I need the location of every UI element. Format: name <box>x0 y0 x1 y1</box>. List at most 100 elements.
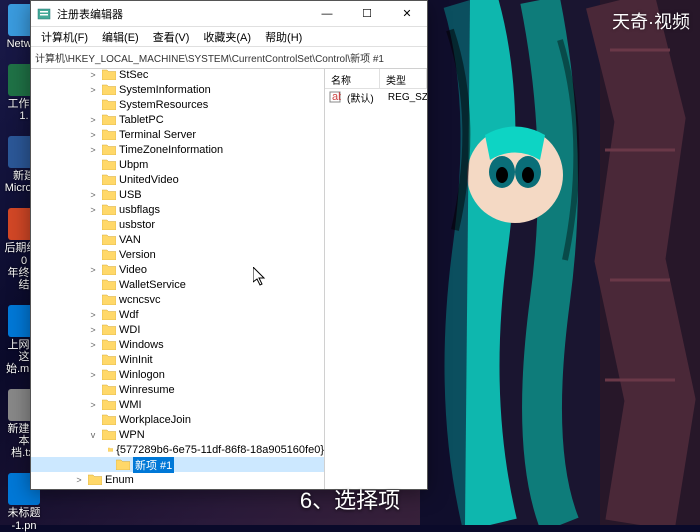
node-label: 新项 #1 <box>133 457 174 473</box>
tree-node[interactable]: VAN <box>31 232 324 247</box>
address-bar[interactable]: 计算机\HKEY_LOCAL_MACHINE\SYSTEM\CurrentCon… <box>31 47 427 69</box>
folder-icon <box>88 474 102 485</box>
folder-icon <box>102 339 116 350</box>
folder-icon <box>102 234 116 245</box>
title-bar[interactable]: 注册表编辑器 — ☐ ✕ <box>31 1 427 27</box>
node-label: TabletPC <box>119 114 164 126</box>
tree-node[interactable]: > TabletPC <box>31 112 324 127</box>
node-label: Windows <box>119 339 164 351</box>
expand-toggle[interactable]: > <box>87 130 99 140</box>
expand-toggle[interactable]: > <box>87 70 99 80</box>
folder-icon <box>102 174 116 185</box>
folder-icon <box>102 204 116 215</box>
tree-node[interactable]: UnitedVideo <box>31 172 324 187</box>
node-label: Version <box>119 249 156 261</box>
tree-node[interactable]: > StSec <box>31 69 324 82</box>
expand-toggle[interactable]: > <box>87 310 99 320</box>
expand-toggle[interactable]: > <box>87 205 99 215</box>
tree-node[interactable]: > Windows <box>31 337 324 352</box>
menu-item[interactable]: 查看(V) <box>147 27 196 47</box>
tree-node[interactable]: usbstor <box>31 217 324 232</box>
watermark-text: 天奇·视频 <box>612 8 690 34</box>
folder-icon <box>102 249 116 260</box>
close-button[interactable]: ✕ <box>387 1 427 27</box>
folder-icon <box>102 159 116 170</box>
folder-icon <box>116 459 130 470</box>
node-label: usbflags <box>119 204 160 216</box>
menu-item[interactable]: 收藏夹(A) <box>197 27 257 47</box>
folder-icon <box>102 264 116 275</box>
expand-toggle[interactable]: > <box>87 370 99 380</box>
node-label: Video <box>119 264 147 276</box>
minimize-button[interactable]: — <box>307 1 347 27</box>
menu-item[interactable]: 帮助(H) <box>259 27 308 47</box>
node-label: SystemResources <box>119 99 208 111</box>
list-row[interactable]: ab(默认)REG_SZ <box>325 89 427 105</box>
folder-icon <box>102 369 116 380</box>
expand-toggle[interactable]: > <box>87 400 99 410</box>
folder-icon <box>102 114 116 125</box>
tree-node[interactable]: WorkplaceJoin <box>31 412 324 427</box>
folder-icon <box>102 189 116 200</box>
tree-node[interactable]: WinInit <box>31 352 324 367</box>
tree-node[interactable]: > Terminal Server <box>31 127 324 142</box>
node-label: SystemInformation <box>119 84 211 96</box>
expand-toggle[interactable]: > <box>87 115 99 125</box>
expand-toggle[interactable]: > <box>87 85 99 95</box>
folder-icon <box>102 69 116 80</box>
tree-node[interactable]: Version <box>31 247 324 262</box>
tree-node[interactable]: >TimeZoneInformation <box>31 142 324 157</box>
menu-item[interactable]: 编辑(E) <box>96 27 145 47</box>
tree-node[interactable]: SystemResources <box>31 97 324 112</box>
folder-icon <box>102 384 116 395</box>
menu-item[interactable]: 计算机(F) <box>35 27 94 47</box>
node-label: Terminal Server <box>119 129 196 141</box>
node-label: WMI <box>119 399 142 411</box>
tree-node[interactable]: WalletService <box>31 277 324 292</box>
window-body: >SrpExtensionConfigStillImage>Storage>St… <box>31 69 427 489</box>
tree-node[interactable]: > SystemInformation <box>31 82 324 97</box>
expand-toggle[interactable]: > <box>87 325 99 335</box>
folder-icon <box>102 414 116 425</box>
tree-node[interactable]: >Enum <box>31 472 324 487</box>
node-label: WPN <box>119 429 145 441</box>
maximize-button[interactable]: ☐ <box>347 1 387 27</box>
tree-node[interactable]: 新项 #1 <box>31 457 324 472</box>
folder-icon <box>108 444 113 455</box>
tree-node[interactable]: > Wdf <box>31 307 324 322</box>
node-label: WDI <box>119 324 140 336</box>
tree-node[interactable]: > usbflags <box>31 202 324 217</box>
node-label: {577289b6-6e75-11df-86f8-18a905160fe0} <box>116 444 324 456</box>
app-icon <box>37 7 51 21</box>
expand-toggle[interactable]: v <box>87 430 99 440</box>
tree-node[interactable]: wcncsvc <box>31 292 324 307</box>
folder-icon <box>102 144 116 155</box>
tree-node[interactable]: {577289b6-6e75-11df-86f8-18a905160fe0} <box>31 442 324 457</box>
expand-toggle[interactable]: > <box>87 190 99 200</box>
tree-node[interactable]: Ubpm <box>31 157 324 172</box>
tree-node[interactable]: v WPN <box>31 427 324 442</box>
expand-toggle[interactable]: > <box>87 265 99 275</box>
folder-icon <box>102 399 116 410</box>
tree-node[interactable]: > Video <box>31 262 324 277</box>
tree-node[interactable]: > WMI <box>31 397 324 412</box>
folder-icon <box>102 84 116 95</box>
expand-toggle[interactable]: > <box>73 475 85 485</box>
tree-node[interactable]: >USB <box>31 187 324 202</box>
value-icon: ab <box>329 91 341 103</box>
list-header: 名称 类型 <box>325 69 427 89</box>
folder-icon <box>102 294 116 305</box>
node-label: StSec <box>119 69 148 81</box>
expand-toggle[interactable]: > <box>87 145 99 155</box>
value-list[interactable]: 名称 类型 ab(默认)REG_SZ <box>325 69 427 489</box>
svg-text:ab: ab <box>332 91 341 103</box>
tree-node[interactable]: Winresume <box>31 382 324 397</box>
node-label: wcncsvc <box>119 294 161 306</box>
tree-node[interactable]: >Winlogon <box>31 367 324 382</box>
tree-node[interactable]: > WDI <box>31 322 324 337</box>
col-name[interactable]: 名称 <box>325 69 380 88</box>
col-type[interactable]: 类型 <box>380 69 427 88</box>
registry-tree[interactable]: >SrpExtensionConfigStillImage>Storage>St… <box>31 69 325 489</box>
expand-toggle[interactable]: > <box>87 340 99 350</box>
node-label: Wdf <box>119 309 139 321</box>
